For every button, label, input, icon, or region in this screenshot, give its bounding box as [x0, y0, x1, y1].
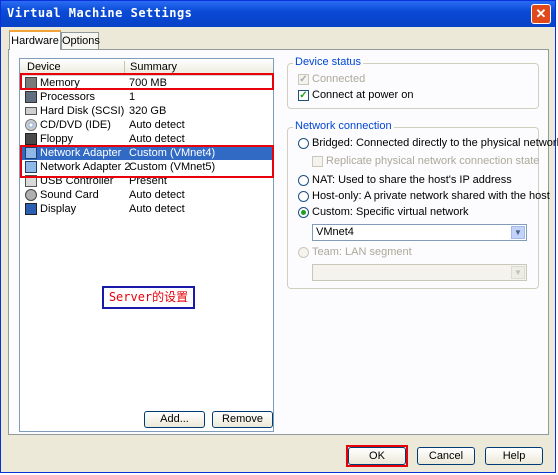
- processor-icon: [25, 91, 37, 103]
- device-name: USB Controller: [40, 175, 114, 187]
- column-header-summary[interactable]: Summary: [130, 61, 177, 73]
- help-button[interactable]: Help: [485, 447, 543, 465]
- chevron-down-icon[interactable]: ▼: [511, 266, 525, 279]
- device-summary: 700 MB: [129, 77, 167, 89]
- custom-network-select[interactable]: VMnet4 ▼: [312, 224, 527, 241]
- column-separator[interactable]: [124, 61, 125, 73]
- close-icon: ✕: [535, 6, 547, 21]
- device-name: Processors: [40, 91, 96, 103]
- server-settings-annotation: Server的设置: [102, 286, 195, 309]
- column-header-device[interactable]: Device: [27, 61, 61, 73]
- device-list-header: Device Summary: [20, 59, 273, 76]
- device-summary: 1: [129, 91, 136, 103]
- nat-label: NAT: Used to share the host's IP address: [312, 174, 512, 186]
- display-icon: [25, 203, 37, 215]
- device-row-usb-controller[interactable]: USB Controller Present: [21, 174, 272, 188]
- ok-button[interactable]: OK: [348, 447, 406, 465]
- hard-disk-icon: [25, 107, 37, 115]
- device-status-title: Device status: [293, 56, 364, 68]
- device-row-floppy[interactable]: Floppy Auto detect: [21, 132, 272, 146]
- connect-at-power-on-checkbox[interactable]: ✓: [298, 90, 309, 101]
- cd-dvd-icon: [25, 119, 37, 131]
- device-name: Sound Card: [40, 189, 99, 201]
- network-adapter-icon: [25, 147, 37, 159]
- team-radio[interactable]: [298, 247, 309, 258]
- device-name: Network Adapter: [40, 147, 122, 159]
- custom-network-value: VMnet4: [316, 226, 354, 238]
- network-connection-group: Network connection Bridged: Connected di…: [287, 120, 558, 289]
- device-summary: 320 GB: [129, 105, 167, 117]
- close-button[interactable]: ✕: [531, 4, 551, 24]
- device-name: Network Adapter 2: [40, 161, 131, 173]
- replicate-state-checkbox[interactable]: [312, 156, 323, 167]
- chevron-down-icon[interactable]: ▼: [511, 226, 525, 239]
- memory-icon: [25, 77, 37, 89]
- network-adapter-icon: [25, 161, 37, 173]
- connected-checkbox[interactable]: ✓: [298, 74, 309, 85]
- device-name: CD/DVD (IDE): [40, 119, 111, 131]
- device-summary: Auto detect: [129, 133, 185, 145]
- device-row-display[interactable]: Display Auto detect: [21, 202, 272, 216]
- custom-radio[interactable]: [298, 207, 309, 218]
- device-row-processors[interactable]: Processors 1: [21, 90, 272, 104]
- tab-hardware[interactable]: Hardware: [9, 30, 61, 50]
- add-button[interactable]: Add...: [144, 411, 205, 428]
- nat-radio[interactable]: [298, 175, 309, 186]
- device-summary: Auto detect: [129, 203, 185, 215]
- team-label: Team: LAN segment: [312, 246, 412, 258]
- tab-options[interactable]: Options: [61, 32, 100, 49]
- host-only-label: Host-only: A private network shared with…: [312, 190, 550, 202]
- cancel-button[interactable]: Cancel: [417, 447, 475, 465]
- device-summary: Auto detect: [129, 119, 185, 131]
- device-status-group: Device status ✓ Connected ✓ Connect at p…: [287, 56, 539, 109]
- device-list[interactable]: Device Summary Memory 700 MB Processors …: [19, 58, 274, 432]
- title-bar[interactable]: Virtual Machine Settings ✕: [1, 1, 555, 27]
- device-row-hard-disk[interactable]: Hard Disk (SCSI) 320 GB: [21, 104, 272, 118]
- remove-button[interactable]: Remove: [212, 411, 273, 428]
- window-title: Virtual Machine Settings: [7, 6, 193, 20]
- team-segment-select[interactable]: ▼: [312, 264, 527, 281]
- connected-label: Connected: [312, 73, 366, 85]
- device-row-sound-card[interactable]: Sound Card Auto detect: [21, 188, 272, 202]
- device-summary: Custom (VMnet4): [129, 147, 216, 159]
- sound-card-icon: [25, 189, 37, 201]
- device-name: Memory: [40, 77, 80, 89]
- replicate-state-label: Replicate physical network connection st…: [326, 155, 540, 167]
- device-name: Floppy: [40, 133, 74, 145]
- device-summary: Present: [129, 175, 167, 187]
- device-summary: Auto detect: [129, 189, 185, 201]
- device-name: Display: [40, 203, 77, 215]
- virtual-machine-settings-window: Virtual Machine Settings ✕ Hardware Opti…: [0, 0, 558, 473]
- device-row-network-adapter[interactable]: Network Adapter Custom (VMnet4): [21, 146, 272, 160]
- custom-label: Custom: Specific virtual network: [312, 206, 469, 218]
- network-connection-title: Network connection: [293, 120, 394, 132]
- device-row-cd-dvd[interactable]: CD/DVD (IDE) Auto detect: [21, 118, 272, 132]
- device-name: Hard Disk (SCSI): [40, 105, 125, 117]
- usb-icon: [25, 175, 37, 187]
- host-only-radio[interactable]: [298, 191, 309, 202]
- device-summary: Custom (VMnet5): [129, 161, 216, 173]
- floppy-icon: [25, 133, 37, 145]
- bridged-radio[interactable]: [298, 138, 309, 149]
- connect-at-power-on-label: Connect at power on: [312, 89, 414, 101]
- bridged-label: Bridged: Connected directly to the physi…: [312, 137, 558, 149]
- device-row-network-adapter-2[interactable]: Network Adapter 2 Custom (VMnet5): [21, 160, 272, 174]
- device-row-memory[interactable]: Memory 700 MB: [21, 76, 272, 90]
